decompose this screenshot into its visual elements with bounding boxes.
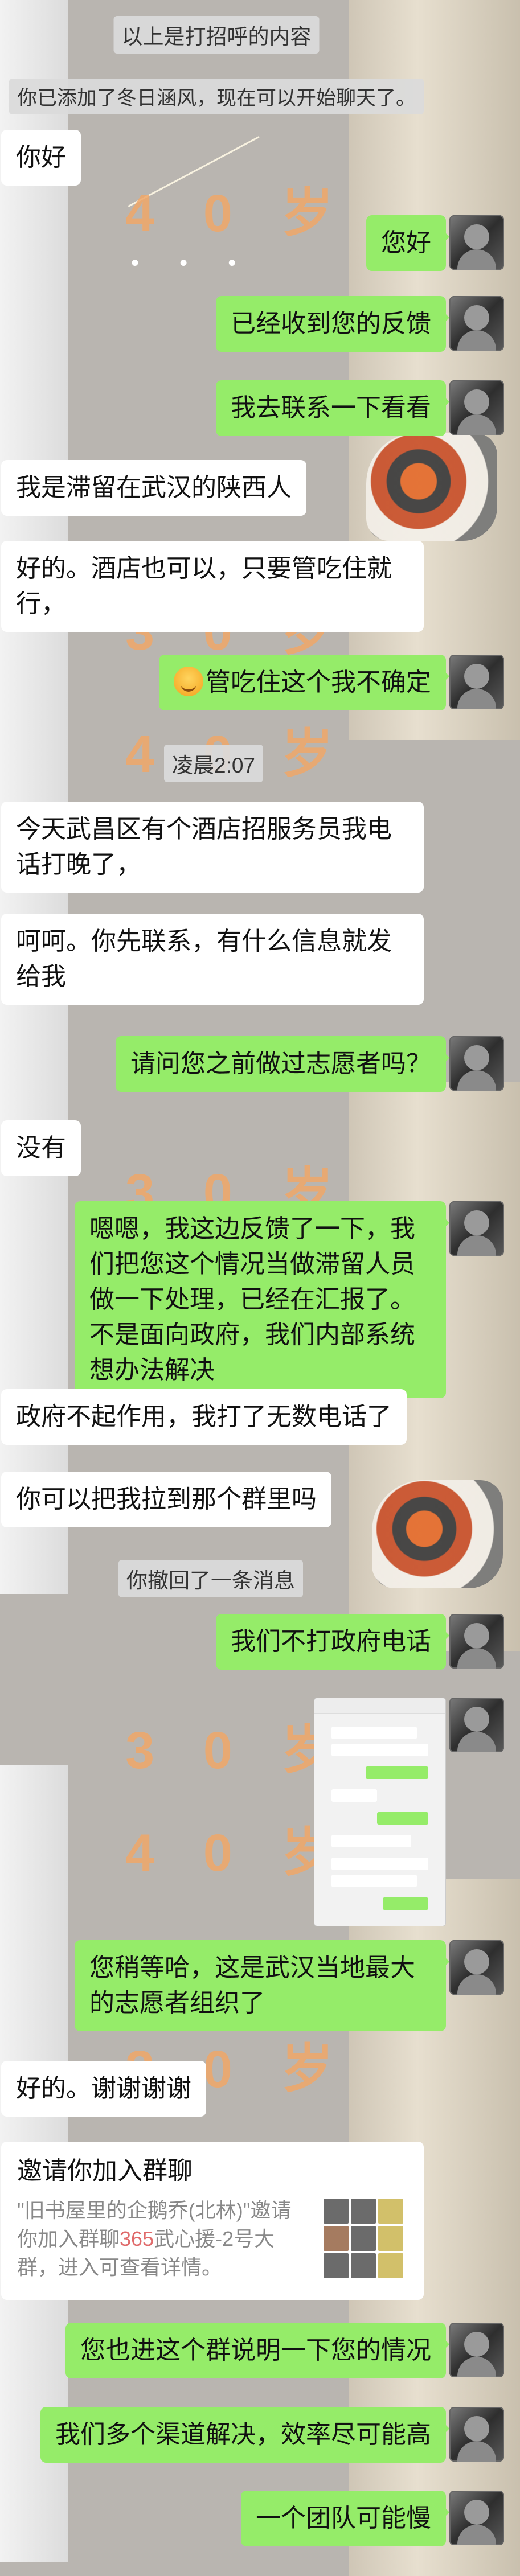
group-avatar-grid-icon (324, 2199, 403, 2278)
screenshot-line (331, 1789, 377, 1802)
time-stamp: 凌晨2:07 (163, 745, 264, 782)
incoming-message[interactable]: 呵呵。你先联系，有什么信息就发给我 (1, 914, 424, 1005)
avatar-icon[interactable] (449, 2323, 504, 2377)
screenshot-line (383, 1897, 428, 1910)
screenshot-line (331, 1835, 411, 1847)
outgoing-message[interactable]: 管吃住这个我不确定 (159, 655, 449, 710)
outgoing-message[interactable]: 已经收到您的反馈 (216, 296, 449, 352)
incoming-message[interactable]: 今天武昌区有个酒店招服务员我电话打晚了， (1, 802, 424, 893)
incoming-message[interactable]: 你可以把我拉到那个群里吗 (1, 1472, 331, 1527)
wallpaper-dots: • • • (131, 250, 253, 276)
outgoing-message[interactable]: 嗯嗯，我这边反馈了一下，我们把您这个情况当做滞留人员做一下处理，已经在汇报了。不… (75, 1201, 449, 1398)
invite-description: "旧书屋里的企鹅乔(北林)"邀请你加入群聊365武心援-2号大群，进入可查看详情… (17, 2196, 308, 2282)
outgoing-message[interactable]: 您也进这个群说明一下您的情况 (65, 2323, 449, 2378)
screenshot-titlebar (314, 1698, 445, 1714)
incoming-message[interactable]: 没有 (1, 1120, 81, 1176)
avatar-icon[interactable] (449, 1201, 504, 1256)
shared-screenshot-image[interactable] (314, 1698, 446, 1926)
outgoing-message[interactable]: 一个团队可能慢 (241, 2491, 449, 2546)
outgoing-message[interactable]: 我去联系一下看看 (216, 380, 449, 436)
group-invite-card[interactable]: 邀请你加入群聊 "旧书屋里的企鹅乔(北林)"邀请你加入群聊365武心援-2号大群… (1, 2142, 424, 2300)
avatar-icon[interactable] (449, 1614, 504, 1669)
invite-desc-highlight: 365 (120, 2227, 154, 2250)
avatar-icon[interactable] (449, 380, 504, 435)
system-notice: 以上是打招呼的内容 (113, 16, 320, 54)
avatar-icon[interactable] (449, 296, 504, 351)
screenshot-line (331, 1875, 417, 1887)
outgoing-message[interactable]: 您稍等哈，这是武汉当地最大的志愿者组织了 (75, 1940, 449, 2031)
wallpaper-shoe (372, 1480, 503, 1588)
system-notice: 你撤回了一条消息 (118, 1560, 303, 1597)
invite-title: 邀请你加入群聊 (17, 2157, 193, 2185)
system-notice: 你已添加了冬日涵风，现在可以开始聊天了。 (9, 79, 424, 114)
incoming-message[interactable]: 政府不起作用，我打了无数电话了 (1, 1389, 407, 1445)
wallpaper-shoe (366, 433, 497, 541)
outgoing-message[interactable]: 我们不打政府电话 (216, 1614, 449, 1670)
laugh-cry-emoji-icon (174, 667, 203, 696)
screenshot-line (331, 1858, 428, 1870)
screenshot-line (331, 1744, 428, 1756)
avatar-icon[interactable] (449, 2407, 504, 2462)
message-text: 管吃住这个我不确定 (206, 668, 431, 696)
incoming-message[interactable]: 好的。酒店也可以，只要管吃住就行， (1, 541, 424, 632)
avatar-icon[interactable] (449, 1036, 504, 1091)
avatar-icon[interactable] (449, 215, 504, 270)
outgoing-message[interactable]: 请问您之前做过志愿者吗？ (116, 1036, 449, 1092)
avatar-icon[interactable] (449, 655, 504, 709)
incoming-message[interactable]: 你好 (1, 130, 81, 186)
avatar-icon[interactable] (449, 1698, 504, 1752)
avatar-icon[interactable] (449, 2491, 504, 2545)
screenshot-line (331, 1727, 417, 1739)
incoming-message[interactable]: 我是滞留在武汉的陕西人 (1, 460, 306, 516)
avatar-icon[interactable] (449, 1940, 504, 1995)
outgoing-message[interactable]: 我们多个渠道解决，效率尽可能高 (40, 2407, 449, 2463)
wallpaper-age-40: 4 0 岁 (125, 184, 351, 243)
incoming-message[interactable]: 好的。谢谢谢谢 (1, 2061, 206, 2117)
screenshot-line (377, 1812, 428, 1825)
outgoing-message[interactable]: 您好 (366, 215, 449, 271)
screenshot-line (366, 1766, 428, 1779)
